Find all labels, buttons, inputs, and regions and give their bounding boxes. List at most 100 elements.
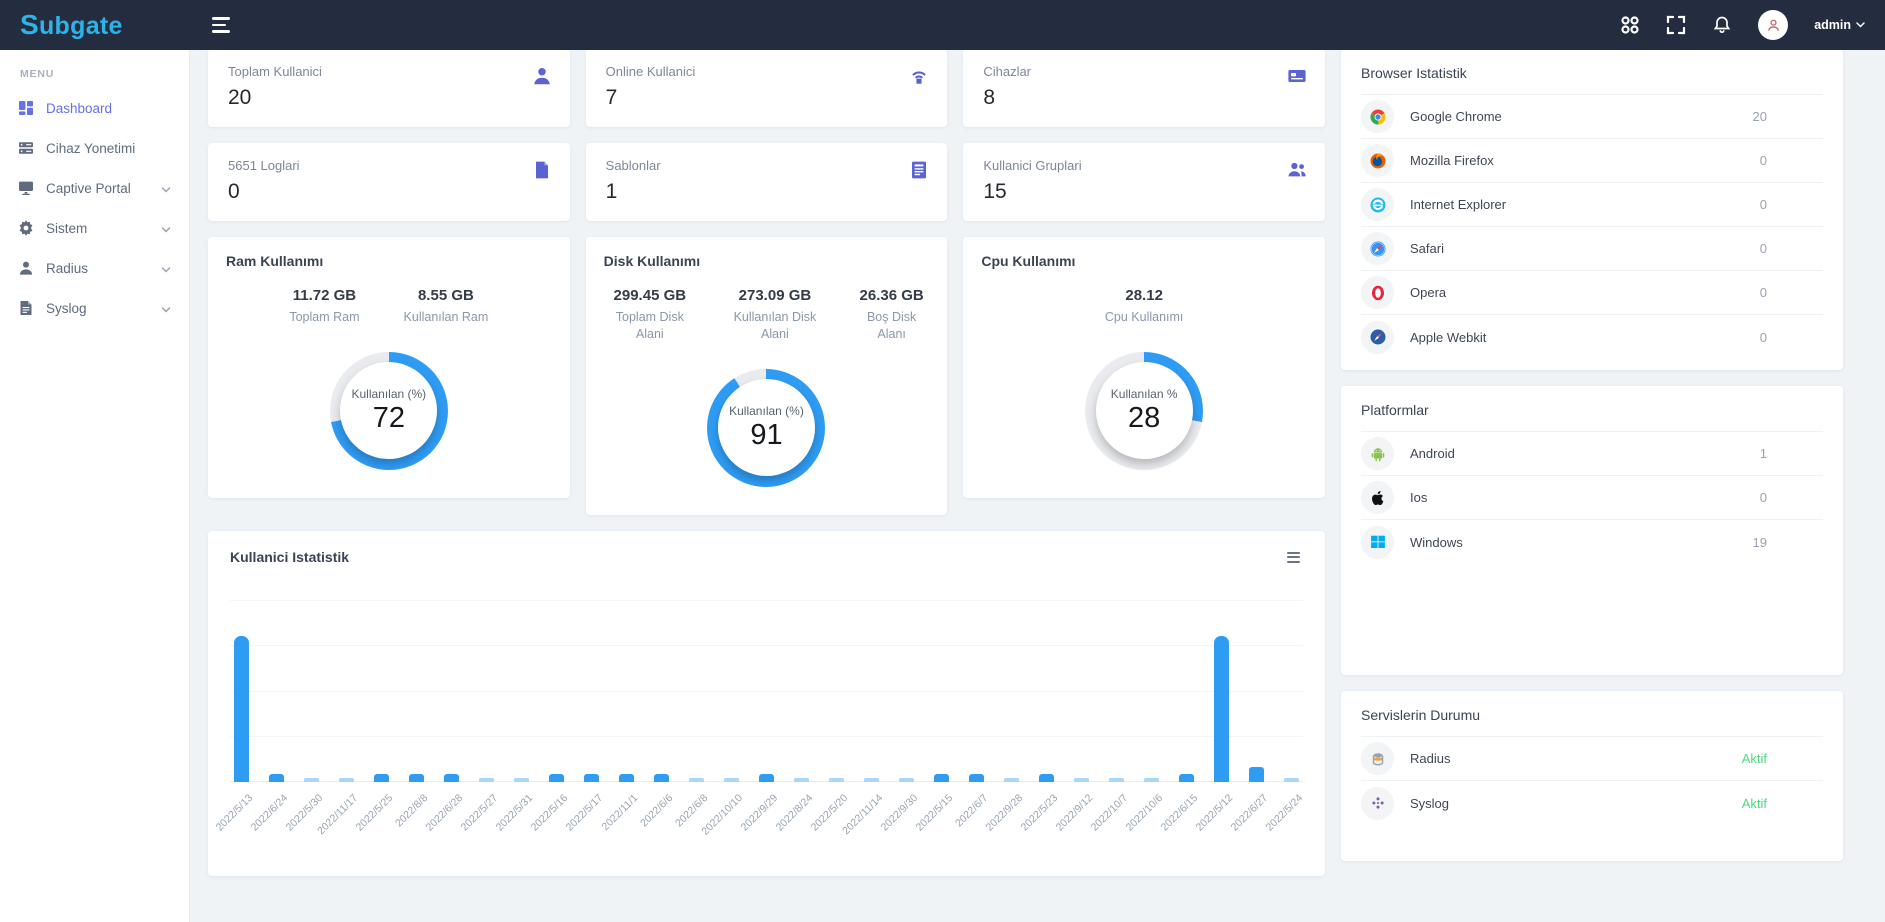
bar bbox=[584, 774, 599, 781]
sidebar-item-dashboard[interactable]: Dashboard bbox=[0, 88, 189, 128]
list-item-value: 0 bbox=[1760, 241, 1823, 256]
x-axis-label: 2022/11/1 bbox=[619, 788, 634, 846]
list-item-label: Safari bbox=[1410, 241, 1444, 256]
x-axis-label-text: 2022/5/23 bbox=[1019, 792, 1061, 834]
stat-card: 5651 Loglari0 bbox=[208, 143, 570, 221]
x-axis-label: 2022/11/17 bbox=[339, 788, 354, 846]
bar bbox=[304, 778, 319, 782]
stat-card-value: 1 bbox=[606, 180, 928, 204]
x-axis-label: 2022/8/8 bbox=[409, 788, 424, 846]
sidebar-item-label: Sistem bbox=[46, 221, 87, 236]
list-item-value: 0 bbox=[1760, 285, 1823, 300]
usage-gauge-ring: Kullanılan (%)72 bbox=[330, 352, 448, 470]
x-axis-label-text: 2022/5/12 bbox=[1194, 792, 1236, 834]
usage-card-title: Cpu Kullanımı bbox=[981, 253, 1307, 269]
list-item-label: Apple Webkit bbox=[1410, 330, 1486, 345]
x-axis-label-text: 2022/5/27 bbox=[459, 792, 501, 834]
apps-grid-icon[interactable] bbox=[1620, 15, 1640, 35]
navbar-actions: admin bbox=[1620, 10, 1885, 40]
list-item: RadiusAktif bbox=[1361, 737, 1823, 781]
x-axis-label-text: 2022/5/25 bbox=[354, 792, 396, 834]
hotspot-icon bbox=[909, 66, 929, 91]
hamburger-menu-icon[interactable] bbox=[212, 17, 230, 33]
user-statistics-chart-card: Kullanici Istatistik 2022/5/132022/6/242… bbox=[208, 531, 1325, 876]
stat-card: Kullanici Gruplari 15 bbox=[963, 143, 1325, 221]
usage-stat-value: 299.45 GB bbox=[604, 287, 696, 304]
x-axis-label: 2022/10/6 bbox=[1144, 788, 1159, 846]
usage-card-title: Disk Kullanımı bbox=[604, 253, 930, 269]
usage-stat-label: Toplam Disk Alani bbox=[604, 309, 696, 343]
bar bbox=[619, 774, 634, 781]
panel-browser-istatistik: Browser IstatistikGoogle Chrome20Mozilla… bbox=[1341, 49, 1843, 370]
x-axis-label-text: 2022/5/15 bbox=[914, 792, 956, 834]
stat-card-grid: Toplam Kullanici20Online Kullanici7Cihaz… bbox=[208, 49, 1325, 221]
bar bbox=[1179, 774, 1194, 781]
usage-card: Disk Kullanımı 299.45 GB Toplam Disk Alani… bbox=[586, 237, 948, 515]
fullscreen-icon[interactable] bbox=[1666, 15, 1686, 35]
sidebar-item-cihaz-yonetimi[interactable]: Cihaz Yonetimi bbox=[0, 128, 189, 168]
bar bbox=[514, 778, 529, 782]
x-axis-label: 2022/6/6 bbox=[654, 788, 669, 846]
x-axis-label: 2022/5/24 bbox=[1284, 788, 1299, 846]
list-item-value: 20 bbox=[1753, 109, 1823, 124]
sidebar-item-sistem[interactable]: Sistem bbox=[0, 208, 189, 248]
chevron-down-icon bbox=[1856, 22, 1865, 28]
sidebar-item-radius[interactable]: Radius bbox=[0, 248, 189, 288]
android-icon bbox=[1361, 437, 1394, 470]
list-item: Android1 bbox=[1361, 432, 1823, 476]
stat-card-label: Online Kullanici bbox=[606, 64, 928, 79]
x-axis-label: 2022/6/28 bbox=[444, 788, 459, 846]
sidebar-item-label: Radius bbox=[46, 261, 88, 276]
gear-icon bbox=[18, 220, 34, 236]
x-axis-label-text: 2022/9/12 bbox=[1054, 792, 1096, 834]
right-panel-column: Browser IstatistikGoogle Chrome20Mozilla… bbox=[1341, 49, 1843, 861]
subgate-logo[interactable]: Subgate bbox=[0, 9, 190, 41]
monitor-icon bbox=[18, 180, 34, 196]
notifications-bell-icon[interactable] bbox=[1712, 15, 1732, 35]
list-item: Safari 0 bbox=[1361, 227, 1823, 271]
panel-title: Platformlar bbox=[1361, 402, 1823, 432]
usage-stat-value: 273.09 GB bbox=[722, 287, 828, 304]
usage-stat-value: 11.72 GB bbox=[289, 287, 359, 304]
firefox-icon bbox=[1361, 144, 1394, 177]
x-axis-label: 2022/5/12 bbox=[1214, 788, 1229, 846]
bar bbox=[269, 774, 284, 781]
x-axis-label-text: 2022/8/24 bbox=[774, 792, 816, 834]
list-item-label: Google Chrome bbox=[1410, 109, 1502, 124]
bar bbox=[724, 778, 739, 782]
gauge-wrap: Kullanılan %28 bbox=[1085, 352, 1203, 470]
x-axis-label-text: 2022/6/6 bbox=[638, 792, 675, 829]
usage-stat: 8.55 GBKullanılan Ram bbox=[404, 287, 489, 326]
stat-card-value: 15 bbox=[983, 180, 1305, 204]
webkit-icon bbox=[1361, 321, 1394, 354]
x-axis-label-text: 2022/5/16 bbox=[529, 792, 571, 834]
avatar[interactable] bbox=[1758, 10, 1788, 40]
stat-card-value: 8 bbox=[983, 86, 1305, 110]
bar bbox=[409, 774, 424, 781]
bar bbox=[1074, 778, 1089, 782]
panel-platformlar: PlatformlarAndroid1Ios0Windows19 bbox=[1341, 386, 1843, 675]
list-item: Internet Explorer0 bbox=[1361, 183, 1823, 227]
gauge-label: Kullanılan % bbox=[1111, 387, 1178, 401]
bar bbox=[689, 778, 704, 782]
stat-card: Sablonlar1 bbox=[586, 143, 948, 221]
bar bbox=[654, 774, 669, 781]
x-axis-label-text: 2022/5/24 bbox=[1264, 792, 1306, 834]
sidebar-item-label: Cihaz Yonetimi bbox=[46, 141, 135, 156]
sidebar-item-syslog[interactable]: Syslog bbox=[0, 288, 189, 328]
sidebar-item-captive-portal[interactable]: Captive Portal bbox=[0, 168, 189, 208]
x-axis-label-text: 2022/10/6 bbox=[1124, 792, 1166, 834]
bar-chart-x-labels: 2022/5/132022/6/242022/5/302022/11/17202… bbox=[230, 788, 1303, 846]
list-item-label: Internet Explorer bbox=[1410, 197, 1506, 212]
sidebar: MENU DashboardCihaz YonetimiCaptive Port… bbox=[0, 50, 190, 922]
usage-gauge-center: Kullanılan %28 bbox=[1096, 362, 1193, 459]
stat-card: Cihazlar8 bbox=[963, 49, 1325, 127]
x-axis-label: 2022/10/7 bbox=[1109, 788, 1124, 846]
chart-menu-icon[interactable] bbox=[1284, 549, 1303, 566]
x-axis-label: 2022/5/25 bbox=[374, 788, 389, 846]
stat-card-label: Kullanici Gruplari bbox=[983, 158, 1305, 173]
file-icon bbox=[532, 160, 552, 185]
user-menu[interactable]: admin bbox=[1814, 18, 1865, 32]
bar bbox=[899, 778, 914, 782]
dashboard-icon bbox=[18, 100, 34, 116]
